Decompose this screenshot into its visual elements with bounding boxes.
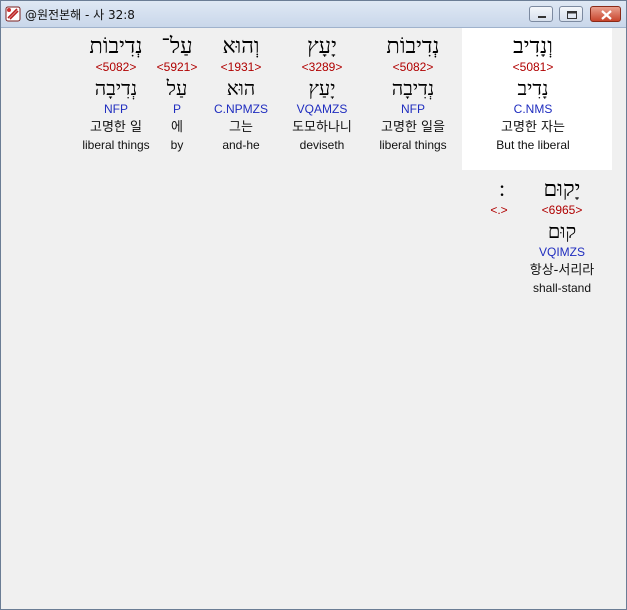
word-column[interactable]: נְדִיבוֹת <5082> נְדִיבָה NFP 고명한 일을 lib… [365, 34, 461, 152]
title-bar[interactable]: @원전본해 - 사 32:8 [1, 1, 626, 28]
english-gloss: and-he [222, 138, 260, 152]
hebrew-lemma: עַל [166, 76, 188, 100]
korean-gloss: 고명한 자는 [501, 120, 565, 135]
korean-gloss: 도모하나니 [292, 120, 352, 135]
word-column-selected[interactable]: וְנָדִיב <5081> נָדִיב C.NMS 고명한 자는 But … [477, 34, 589, 152]
hebrew-word: עַל־ [161, 34, 193, 59]
close-icon [601, 10, 612, 20]
strong-number[interactable]: <3289> [279, 60, 365, 76]
word-column[interactable]: עַל־ <5921> עַל P 에 by [149, 34, 205, 152]
morph-code: NFP [401, 102, 425, 116]
strong-number[interactable]: <1931> [203, 60, 279, 76]
hebrew-lemma: נָדִיב [517, 76, 549, 100]
hebrew-word: נְדִיבוֹת [386, 34, 440, 59]
morph-code: P [172, 102, 181, 116]
hebrew-word: יָקוּם [543, 177, 581, 202]
english-gloss: deviseth [299, 138, 345, 152]
minimize-button[interactable] [529, 6, 553, 22]
hebrew-lemma: נְדִיבָה [391, 76, 435, 100]
punctuation-column[interactable]: ׃ <.> [481, 177, 517, 219]
word-column[interactable]: יָעָץ <3289> יָעַץ VQAMZS 도모하나니 deviseth [279, 34, 365, 152]
morph-code: VQAMZS [296, 102, 348, 116]
hebrew-word: יָעָץ [307, 34, 337, 59]
strong-number[interactable]: <6965> [519, 203, 605, 219]
hebrew-lemma: יָעַץ [308, 76, 336, 100]
window-title: @원전본해 - 사 32:8 [25, 8, 135, 22]
app-icon [5, 6, 21, 22]
interlinear-view: נְדִיבוֹת <5082> נְדִיבָה NFP 고명한 일 libe… [7, 28, 621, 604]
hebrew-lemma: הוּא [226, 76, 256, 100]
morph-code: C.NPMZS [214, 102, 268, 116]
korean-gloss: 고명한 일을 [381, 120, 445, 135]
maximize-icon [567, 11, 577, 19]
hebrew-word: וְנָדִיב [513, 34, 553, 59]
english-gloss: by [170, 138, 184, 152]
word-column[interactable]: וְהוּא <1931> הוּא C.NPMZS 그는 and-he [203, 34, 279, 152]
minimize-icon [538, 16, 546, 18]
strong-number[interactable]: <5081> [477, 60, 589, 76]
english-gloss: But the liberal [496, 138, 570, 152]
app-window: @원전본해 - 사 32:8 נְדִיבוֹת <5082> נְדִיבָה… [0, 0, 627, 610]
strong-number[interactable]: <5921> [149, 60, 205, 76]
english-gloss: liberal things [379, 138, 447, 152]
english-gloss: shall-stand [532, 281, 592, 295]
strong-number[interactable]: <5082> [365, 60, 461, 76]
close-button[interactable] [590, 6, 621, 22]
morph-code: VQIMZS [538, 245, 585, 259]
korean-gloss: 그는 [229, 120, 253, 135]
hebrew-lemma: קוּם [547, 219, 577, 243]
hebrew-word: וְהוּא [222, 34, 260, 59]
hebrew-punctuation: ׃ [481, 177, 517, 203]
strong-number: <.> [490, 203, 508, 217]
word-column[interactable]: יָקוּם <6965> קוּם VQIMZS 항상-서리라 shall-s… [519, 177, 605, 295]
morph-code: C.NMS [513, 102, 553, 116]
korean-gloss: 에 [171, 120, 183, 135]
maximize-button[interactable] [559, 6, 583, 22]
korean-gloss: 항상-서리라 [529, 263, 595, 278]
